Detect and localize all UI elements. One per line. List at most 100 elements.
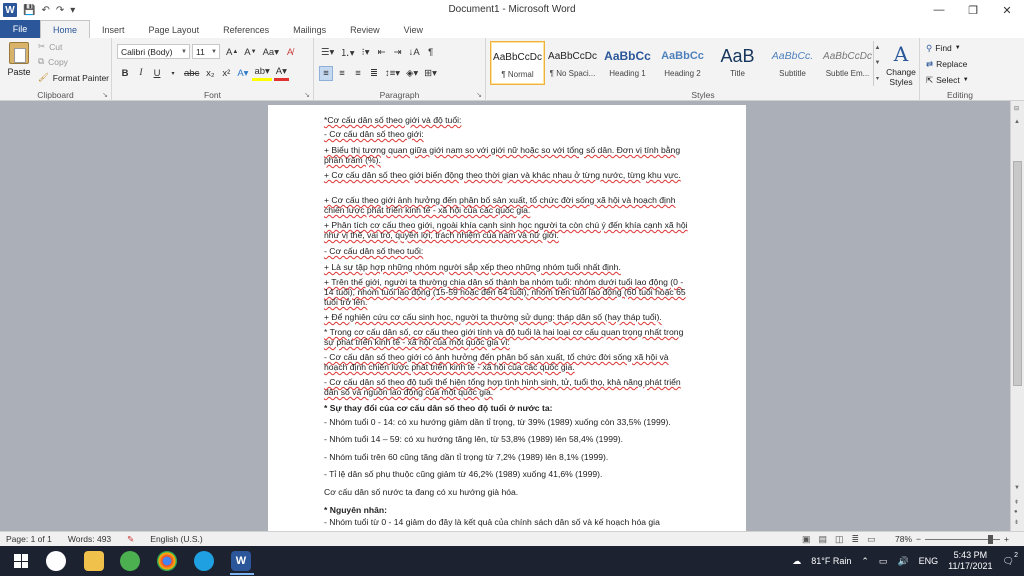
dialog-launcher-icon[interactable]: ↘: [102, 91, 108, 99]
zoom-slider-knob[interactable]: [987, 534, 993, 544]
next-page-icon[interactable]: ⇟: [1014, 519, 1019, 526]
browse-object-icon[interactable]: ●: [1014, 509, 1018, 515]
tab-insert[interactable]: Insert: [90, 21, 137, 38]
italic-icon[interactable]: I: [134, 66, 148, 81]
web-layout-icon[interactable]: ◫: [835, 534, 844, 545]
numbering-icon[interactable]: ⒈▾: [338, 45, 356, 60]
format-painter-button[interactable]: 🖌 Format Painter: [38, 72, 109, 83]
select-button[interactable]: ⇱ Select ▼: [926, 73, 969, 87]
scroll-down-icon[interactable]: ▼: [1014, 485, 1020, 491]
close-button[interactable]: ✕: [990, 0, 1024, 20]
zoom-slider[interactable]: [924, 534, 1000, 544]
style-heading-2[interactable]: AaBbCc Heading 2: [655, 41, 710, 85]
style-no-spacing[interactable]: AaBbCcDc ¶ No Spaci...: [545, 41, 600, 85]
gallery-more-icon[interactable]: ▾: [876, 75, 879, 82]
word-count[interactable]: Words: 493: [68, 534, 111, 544]
dialog-launcher-icon[interactable]: ↘: [476, 91, 482, 99]
weather-text[interactable]: 81°F Rain: [811, 556, 851, 566]
font-color-icon[interactable]: A▾: [273, 66, 289, 81]
scroll-thumb[interactable]: [1013, 161, 1022, 386]
app-icon[interactable]: [120, 551, 140, 571]
tab-mailings[interactable]: Mailings: [281, 21, 338, 38]
style-subtitle[interactable]: AaBbCc. Subtitle: [765, 41, 820, 85]
show-marks-icon[interactable]: ¶: [424, 45, 438, 60]
tab-home[interactable]: Home: [40, 20, 91, 38]
replace-button[interactable]: ⇄ Replace: [926, 57, 967, 71]
clock[interactable]: 5:43 PM 11/17/2021: [948, 550, 992, 572]
minimize-button[interactable]: —: [922, 0, 956, 20]
word-icon[interactable]: W: [231, 551, 251, 571]
change-case-icon[interactable]: Aa▾: [261, 45, 281, 60]
full-screen-reading-icon[interactable]: ▤: [819, 534, 828, 545]
previous-page-icon[interactable]: ⇞: [1014, 499, 1019, 506]
style-normal[interactable]: AaBbCcDc ¶ Normal: [490, 41, 545, 85]
multilevel-list-icon[interactable]: ⁝▾: [359, 45, 373, 60]
paste-button[interactable]: Paste: [4, 42, 34, 84]
tab-references[interactable]: References: [211, 21, 281, 38]
language-indicator[interactable]: ENG: [919, 556, 939, 566]
underline-icon[interactable]: U: [150, 66, 164, 81]
text-effects-icon[interactable]: A▾: [235, 66, 250, 81]
zalo-icon[interactable]: [46, 551, 66, 571]
tab-page-layout[interactable]: Page Layout: [137, 21, 212, 38]
align-left-icon[interactable]: ≡: [319, 65, 333, 81]
gallery-down-icon[interactable]: ▼: [875, 60, 881, 66]
scroll-up-icon[interactable]: ▲: [1014, 119, 1020, 125]
style-title[interactable]: AaB Title: [710, 41, 765, 85]
save-icon[interactable]: 💾: [23, 5, 35, 16]
tab-file[interactable]: File: [0, 20, 40, 38]
subscript-icon[interactable]: x₂: [203, 66, 217, 81]
ruler-toggle-icon[interactable]: ⊟: [1014, 105, 1019, 112]
font-size-select[interactable]: 11 ▼: [192, 44, 220, 59]
underline-dropdown-icon[interactable]: ▾: [166, 66, 180, 81]
copy-button[interactable]: ⧉ Copy: [38, 56, 68, 67]
document-page[interactable]: *Cơ cấu dân số theo giới và độ tuổi: - C…: [268, 105, 746, 531]
zoom-in-button[interactable]: +: [1004, 534, 1009, 544]
bold-icon[interactable]: B: [118, 66, 132, 81]
language-indicator[interactable]: English (U.S.): [150, 534, 202, 544]
chrome-icon[interactable]: [157, 551, 177, 571]
change-styles-button[interactable]: A Change Styles: [884, 41, 918, 87]
strikethrough-icon[interactable]: abc: [182, 66, 201, 81]
tab-view[interactable]: View: [392, 21, 435, 38]
find-button[interactable]: ⚲ Find ▼: [926, 41, 961, 55]
tab-review[interactable]: Review: [338, 21, 392, 38]
chevron-up-icon[interactable]: ⌃: [861, 556, 869, 567]
gallery-up-icon[interactable]: ▲: [875, 45, 881, 51]
highlight-icon[interactable]: ab▾: [252, 66, 272, 81]
proofing-icon[interactable]: ✎: [127, 534, 134, 545]
dialog-launcher-icon[interactable]: ↘: [304, 91, 310, 99]
page-count[interactable]: Page: 1 of 1: [6, 534, 52, 544]
borders-icon[interactable]: ⊞▾: [422, 66, 439, 81]
zoom-out-button[interactable]: −: [916, 534, 921, 544]
increase-indent-icon[interactable]: ⇥: [391, 45, 405, 60]
bullets-icon[interactable]: ☰▾: [319, 45, 336, 60]
notification-icon[interactable]: 🗨 2: [1003, 552, 1018, 567]
network-icon[interactable]: ▭: [879, 556, 888, 567]
style-heading-1[interactable]: AaBbCc Heading 1: [600, 41, 655, 85]
sort-icon[interactable]: ↓A: [407, 45, 422, 60]
shading-icon[interactable]: ◈▾: [404, 66, 420, 81]
file-explorer-icon[interactable]: [84, 551, 104, 571]
outline-icon[interactable]: ≣: [852, 534, 860, 545]
shrink-font-icon[interactable]: A ▼: [242, 45, 258, 60]
font-family-select[interactable]: Calibri (Body) ▼: [117, 44, 190, 59]
vertical-scrollbar[interactable]: ⊟ ▲ ▼ ⇞ ● ⇟: [1010, 101, 1024, 531]
cut-button[interactable]: ✂ Cut: [38, 41, 62, 52]
decrease-indent-icon[interactable]: ⇤: [375, 45, 389, 60]
draft-icon[interactable]: ▭: [867, 534, 876, 545]
word-logo-icon[interactable]: W: [3, 3, 17, 17]
line-spacing-icon[interactable]: ↕≡▾: [383, 66, 402, 81]
zoom-level[interactable]: 78%: [895, 534, 912, 544]
redo-icon[interactable]: ↷: [56, 5, 64, 16]
print-layout-icon[interactable]: ▣: [802, 534, 811, 545]
undo-icon[interactable]: ↶: [41, 5, 49, 16]
volume-icon[interactable]: 🔊: [897, 556, 908, 567]
align-right-icon[interactable]: ≡: [351, 66, 365, 81]
grow-font-icon[interactable]: A ▲: [224, 45, 240, 60]
restore-button[interactable]: ❐: [956, 0, 990, 20]
align-center-icon[interactable]: ≡: [335, 66, 349, 81]
superscript-icon[interactable]: x²: [219, 66, 233, 81]
clear-formatting-icon[interactable]: A̸: [283, 45, 297, 60]
justify-icon[interactable]: ≣: [367, 66, 381, 81]
